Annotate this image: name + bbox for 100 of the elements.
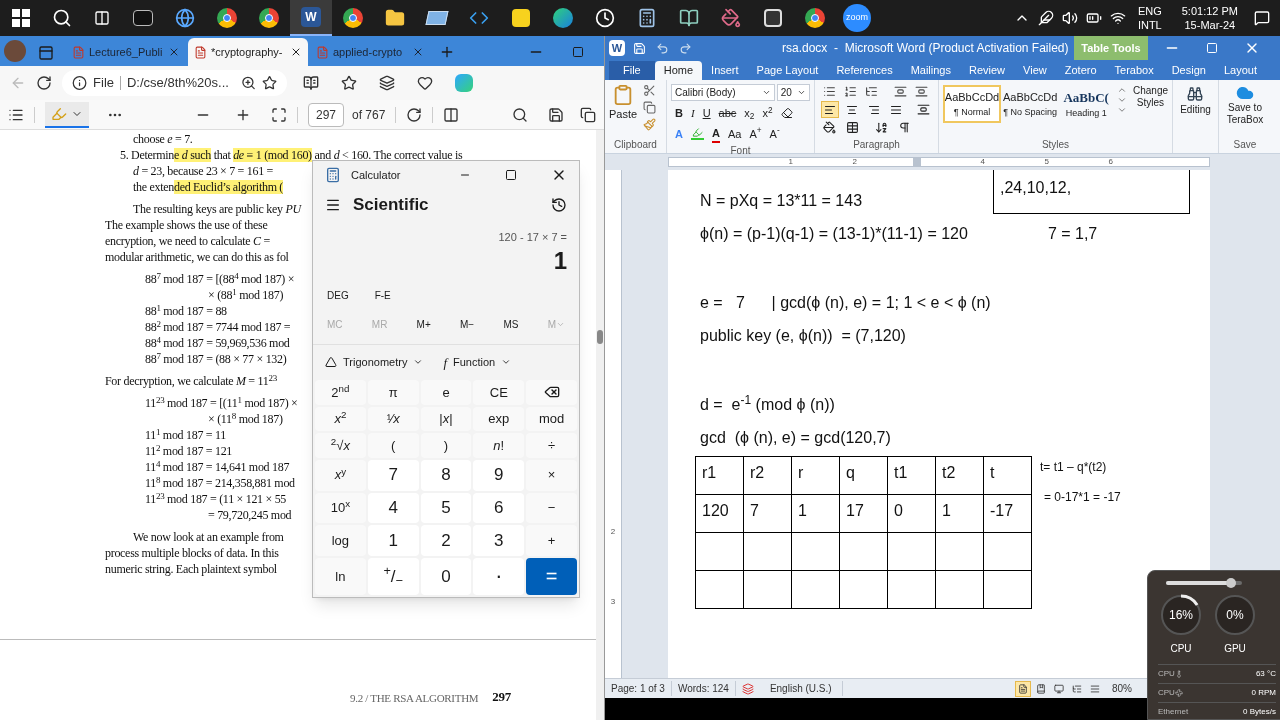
calculator-key[interactable]: 4 — [367, 492, 419, 524]
address-bar[interactable]: File D:/cse/8th%20s... — [62, 70, 287, 96]
align-button[interactable] — [821, 101, 839, 118]
save-to-cloud-button[interactable]: Save to TeraBox — [1226, 80, 1264, 126]
calculator-key[interactable]: e — [420, 380, 472, 405]
ribbon-tab[interactable]: Terabox — [1105, 61, 1163, 80]
calculator-key[interactable]: $^{+}$/$_{−}$ — [367, 557, 419, 595]
reload-icon[interactable] — [36, 75, 52, 91]
angle-unit-button[interactable]: DEG — [327, 287, 349, 303]
menu-icon[interactable] — [325, 197, 341, 213]
ribbon-tab[interactable]: Zotero — [1055, 61, 1106, 80]
ribbon-tab[interactable]: Page Layout — [747, 61, 828, 80]
calculator-key[interactable]: 6 — [473, 492, 525, 524]
numbering-icon[interactable] — [844, 85, 857, 98]
shading-icon[interactable] — [823, 121, 836, 134]
zoom-level[interactable]: 80% — [1104, 681, 1140, 696]
calculator-key[interactable]: ln — [315, 557, 366, 595]
ribbon-tab[interactable]: Design — [1162, 61, 1215, 80]
battery-icon[interactable] — [1085, 10, 1102, 26]
save-icon[interactable] — [548, 106, 564, 123]
browser-tab[interactable]: applied-crypto — [310, 38, 430, 66]
favorite-icon[interactable] — [261, 75, 277, 91]
close-icon[interactable] — [290, 46, 302, 58]
new-tab-icon[interactable] — [439, 44, 455, 60]
font-format-button[interactable]: B — [675, 105, 683, 122]
format-painter-icon[interactable] — [643, 118, 657, 131]
favorites-icon[interactable] — [341, 75, 357, 91]
clock-date[interactable]: 15-Mar-24 — [1184, 18, 1236, 32]
reading-view-icon[interactable] — [303, 75, 319, 91]
style-option[interactable]: AaBbC( Heading 1 — [1059, 85, 1113, 123]
calculator-key[interactable]: 1 — [367, 525, 419, 556]
calculator-key[interactable]: |x| — [420, 406, 472, 432]
tab-actions-icon[interactable] — [38, 45, 54, 61]
page-count-status[interactable]: Page: 1 of 3 — [605, 681, 672, 696]
memory-button[interactable]: M+ — [416, 316, 431, 332]
pen-icon[interactable] — [1037, 10, 1054, 26]
sort-icon[interactable] — [875, 121, 888, 134]
change-styles-button[interactable]: Change Styles — [1132, 85, 1168, 109]
undo-icon[interactable] — [656, 41, 669, 55]
style-option[interactable]: AaBbCcDd ¶ Normal — [943, 85, 1001, 123]
calculator-key[interactable]: mod — [526, 406, 577, 432]
calculator-key[interactable]: × — [526, 459, 577, 491]
ribbon-tab[interactable]: Mailings — [901, 61, 960, 80]
text-box[interactable]: ,24,10,12, — [993, 170, 1190, 214]
ribbon-tab[interactable]: Layout — [1214, 61, 1266, 80]
calculator-key[interactable]: 7 — [367, 459, 419, 491]
memory-button[interactable]: MS — [503, 316, 519, 332]
search-icon[interactable] — [52, 8, 72, 28]
font-format-button[interactable]: x$_{2}$ — [744, 105, 755, 122]
ribbon-tab[interactable]: References — [827, 61, 902, 80]
notification-icon[interactable] — [1254, 10, 1270, 26]
calculator-key[interactable]: 2$^{nd}$ — [315, 380, 366, 405]
copy-icon[interactable] — [643, 101, 657, 114]
calculator-key[interactable]: ( — [367, 433, 419, 458]
calculator-key[interactable]: log — [315, 525, 366, 556]
page-number-field[interactable]: 297 — [308, 102, 344, 127]
wifi-icon[interactable] — [1109, 10, 1126, 26]
memory-button[interactable]: M− — [460, 316, 475, 332]
font-format-button[interactable]: Aa — [727, 125, 742, 142]
ruler-marker[interactable] — [913, 158, 921, 166]
redo-icon[interactable] — [679, 41, 692, 55]
calculator-key[interactable]: x$^{2}$ — [315, 406, 366, 432]
task-view-icon[interactable] — [94, 10, 110, 26]
maximize-icon[interactable] — [505, 169, 517, 181]
style-option[interactable]: AaBbCcDd ¶ No Spacing — [1003, 85, 1058, 123]
word-count-status[interactable]: Words: 124 — [671, 681, 736, 696]
font-format-button[interactable]: x$^{2}$ — [762, 105, 773, 122]
font-name-field[interactable]: Calibri (Body) — [671, 84, 775, 101]
editing-button[interactable]: Editing — [1180, 80, 1211, 117]
ribbon-tab[interactable]: Insert — [702, 61, 748, 80]
calculator-key[interactable]: $^{2}$√x — [315, 433, 366, 458]
ribbon-tab[interactable]: Home — [654, 61, 703, 80]
calculator-key[interactable]: 9 — [473, 459, 525, 491]
ribbon-tab[interactable]: File — [609, 61, 655, 80]
slider-thumb[interactable] — [1225, 578, 1236, 588]
ribbon-tab[interactable]: View — [1014, 61, 1056, 80]
view-button[interactable] — [1015, 680, 1031, 697]
multilevel-list-icon[interactable] — [865, 85, 878, 98]
browser-tab[interactable]: Lecture6_Publi — [66, 38, 186, 66]
calculator-key[interactable]: 8 — [420, 459, 472, 491]
calculator-key[interactable]: 2 — [420, 525, 472, 556]
font-format-button[interactable]: A$^{+}$ — [749, 125, 762, 142]
dropdown-button[interactable]: Trigonometry — [325, 352, 424, 372]
dropdown-button[interactable]: f Function — [443, 352, 512, 372]
zoom-icon[interactable] — [240, 75, 256, 91]
calculator-key[interactable]: ) — [420, 433, 472, 458]
notation-button[interactable]: F-E — [374, 287, 391, 303]
calculator-key[interactable]: . — [473, 557, 525, 595]
paste-button[interactable]: Paste — [609, 84, 638, 131]
calculator-key[interactable]: 5 — [420, 492, 472, 524]
clear-format-icon[interactable] — [780, 107, 793, 120]
calculator-key[interactable]: x$^{y}$ — [315, 459, 366, 491]
calculator-key[interactable]: ÷ — [526, 433, 577, 458]
taskbar-button[interactable]: W — [290, 0, 332, 36]
calculator-key[interactable]: = — [526, 557, 577, 595]
font-format-button[interactable]: I — [690, 105, 695, 122]
fit-page-icon[interactable] — [271, 106, 287, 123]
bullets-icon[interactable] — [823, 85, 836, 98]
font-format-button[interactable]: abc — [718, 105, 737, 122]
scrollbar-thumb[interactable] — [597, 330, 603, 344]
